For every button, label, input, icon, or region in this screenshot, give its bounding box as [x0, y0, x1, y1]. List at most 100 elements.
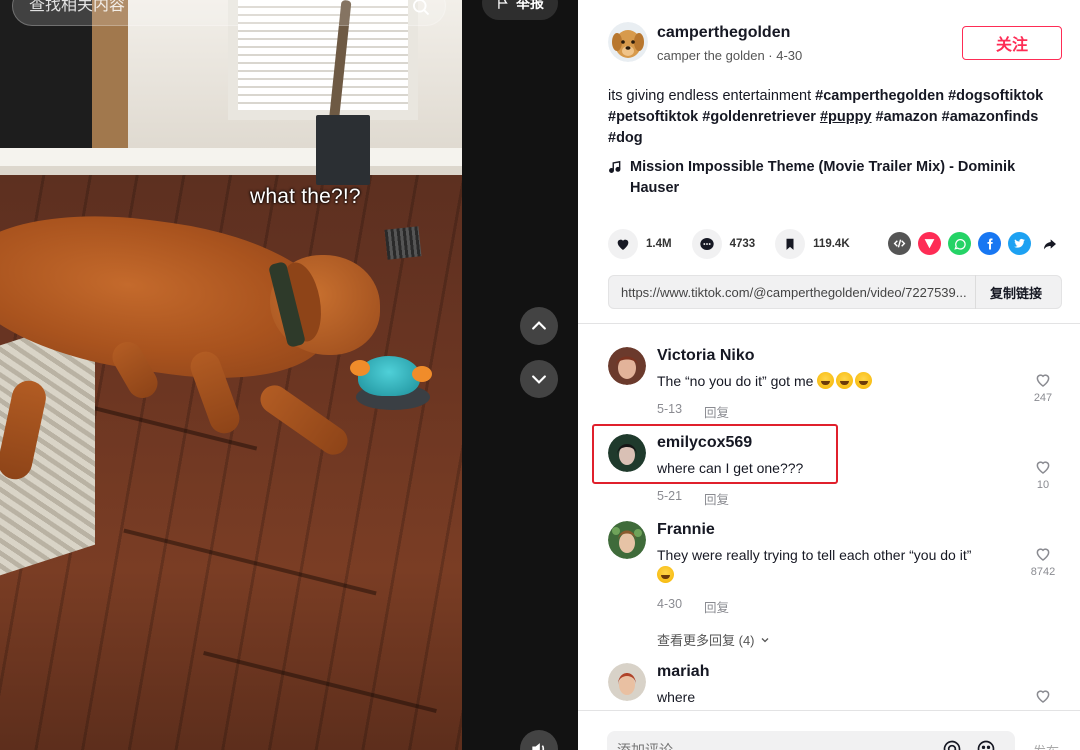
share-link-box: https://www.tiktok.com/@camperthegolden/… — [608, 275, 1062, 309]
whatsapp-icon[interactable] — [948, 232, 971, 255]
chevron-down-icon — [761, 637, 768, 642]
laughing-emoji-icon — [836, 372, 854, 389]
speaker-icon — [532, 743, 545, 750]
comment-date: 4-30 — [657, 597, 683, 611]
crab-claw — [412, 366, 432, 382]
hashtag[interactable]: #amazonfinds — [942, 109, 1039, 125]
comment-like[interactable] — [1028, 687, 1058, 708]
laughing-emoji-icon — [855, 372, 873, 389]
save-stat[interactable]: 119.4K — [775, 229, 850, 259]
video-planter — [316, 115, 370, 185]
music-link[interactable]: Mission Impossible Theme (Movie Trailer … — [608, 157, 1048, 199]
comment-username[interactable]: mariah — [657, 663, 709, 681]
bookmark-icon — [786, 238, 794, 250]
reply-button[interactable]: 回复 — [704, 597, 729, 616]
comment-like[interactable]: 247 — [1028, 371, 1058, 404]
video-frame[interactable]: what the?!? — [0, 0, 462, 750]
hashtag[interactable]: #dog — [608, 130, 643, 146]
comment-item: mariah where — [608, 663, 1062, 711]
hashtag[interactable]: #puppy — [820, 109, 872, 125]
mention-icon[interactable] — [942, 739, 962, 750]
comment-item: Victoria Niko The “no you do it” got me … — [608, 347, 1062, 420]
comment-text-body: The “no you do it” got me — [657, 373, 814, 389]
hashtag[interactable]: #dogsoftiktok — [948, 88, 1043, 104]
comment-text: where can I get one??? — [657, 460, 804, 476]
comment-avatar[interactable] — [608, 347, 646, 385]
search-input[interactable] — [29, 0, 389, 15]
facebook-icon[interactable] — [978, 232, 1001, 255]
description-text: its giving endless entertainment — [608, 88, 816, 104]
follow-button[interactable]: 关注 — [962, 26, 1062, 60]
heart-icon — [617, 239, 629, 250]
video-caption: what the?!? — [250, 185, 361, 208]
twitter-icon[interactable] — [1008, 232, 1031, 255]
heart-outline-icon — [1036, 690, 1050, 703]
emoji-icon[interactable] — [976, 739, 996, 750]
comment-like-count: 247 — [1033, 392, 1053, 404]
comment-username[interactable]: emilycox569 — [657, 434, 752, 452]
video-description: its giving endless entertainment #camper… — [608, 86, 1056, 149]
comment-avatar[interactable] — [608, 434, 646, 472]
music-title: Mission Impossible Theme (Movie Trailer … — [630, 159, 1016, 196]
heart-outline-icon — [1036, 548, 1050, 561]
post-comment-button[interactable]: 发布 — [1033, 741, 1059, 750]
embed-icon[interactable] — [888, 232, 911, 255]
view-more-replies-label: 查看更多回复 (4) — [657, 633, 755, 648]
like-button[interactable] — [608, 229, 638, 259]
copy-link-button[interactable]: 复制链接 — [975, 275, 1042, 309]
hashtag[interactable]: #amazon — [876, 109, 938, 125]
comment-username[interactable]: Frannie — [657, 521, 715, 539]
comment-meta: 5-21 回复 — [657, 489, 729, 508]
comment-like[interactable]: 8742 — [1028, 545, 1058, 578]
laughing-emoji-icon — [817, 372, 835, 389]
engagement-stats: 1.4M 4733 119.4K — [608, 229, 870, 259]
comment-button[interactable] — [691, 229, 722, 259]
author-avatar-wrap[interactable] — [608, 22, 648, 62]
video-floor-vent — [384, 226, 422, 260]
heart-outline-icon — [1036, 374, 1050, 387]
share-arrow-icon[interactable] — [1038, 232, 1061, 255]
like-stat[interactable]: 1.4M — [608, 229, 672, 259]
laughing-emoji-icon — [657, 566, 674, 583]
report-button[interactable]: 举报 — [482, 0, 558, 20]
comment-meta: 5-13 回复 — [657, 402, 729, 421]
next-video-button[interactable] — [520, 360, 558, 398]
report-label: 举报 — [516, 0, 544, 11]
author-username[interactable]: camperthegolden — [657, 24, 790, 42]
comment-like-count: 10 — [1036, 479, 1050, 491]
video-player[interactable]: what the?!? 举报 — [0, 0, 578, 750]
view-more-replies[interactable]: 查看更多回复 (4) — [657, 630, 771, 649]
comment-avatar[interactable] — [608, 521, 646, 559]
search-icon[interactable] — [411, 0, 431, 17]
like-count: 1.4M — [646, 238, 672, 250]
share-link-text[interactable]: https://www.tiktok.com/@camperthegolden/… — [609, 285, 975, 300]
volume-button[interactable] — [520, 730, 558, 750]
reply-button[interactable]: 回复 — [704, 402, 729, 421]
comment-text: The “no you do it” got me — [657, 371, 1007, 391]
send-icon[interactable] — [918, 232, 941, 255]
chevron-down-icon — [532, 375, 546, 384]
music-note-icon — [609, 160, 621, 173]
comment-avatar[interactable] — [608, 663, 646, 701]
crab-claw — [350, 360, 370, 376]
hashtag[interactable]: #petsoftiktok — [608, 109, 698, 125]
comment-like-count: 8742 — [1030, 566, 1056, 578]
reply-button[interactable]: 回复 — [704, 489, 729, 508]
share-icons — [888, 232, 1061, 255]
comment-like[interactable]: 10 — [1028, 458, 1058, 491]
flag-icon — [498, 0, 508, 9]
search-box[interactable] — [12, 0, 446, 26]
hashtag[interactable]: #camperthegolden — [815, 88, 944, 104]
comment-date: 5-13 — [657, 402, 683, 416]
comment-username[interactable]: Victoria Niko — [657, 347, 755, 365]
comment-meta: 4-30 回复 — [657, 597, 729, 616]
video-baseboard — [0, 148, 462, 166]
comment-stat[interactable]: 4733 — [691, 229, 755, 259]
comment-text: They were really trying to tell each oth… — [657, 545, 1007, 585]
previous-video-button[interactable] — [520, 307, 558, 345]
comment-dots-icon — [699, 238, 714, 250]
comment-item: Frannie They were really trying to tell … — [608, 521, 1062, 621]
author-avatar[interactable] — [608, 22, 648, 62]
save-button[interactable] — [775, 229, 806, 259]
hashtag[interactable]: #goldenretriever — [702, 109, 816, 125]
